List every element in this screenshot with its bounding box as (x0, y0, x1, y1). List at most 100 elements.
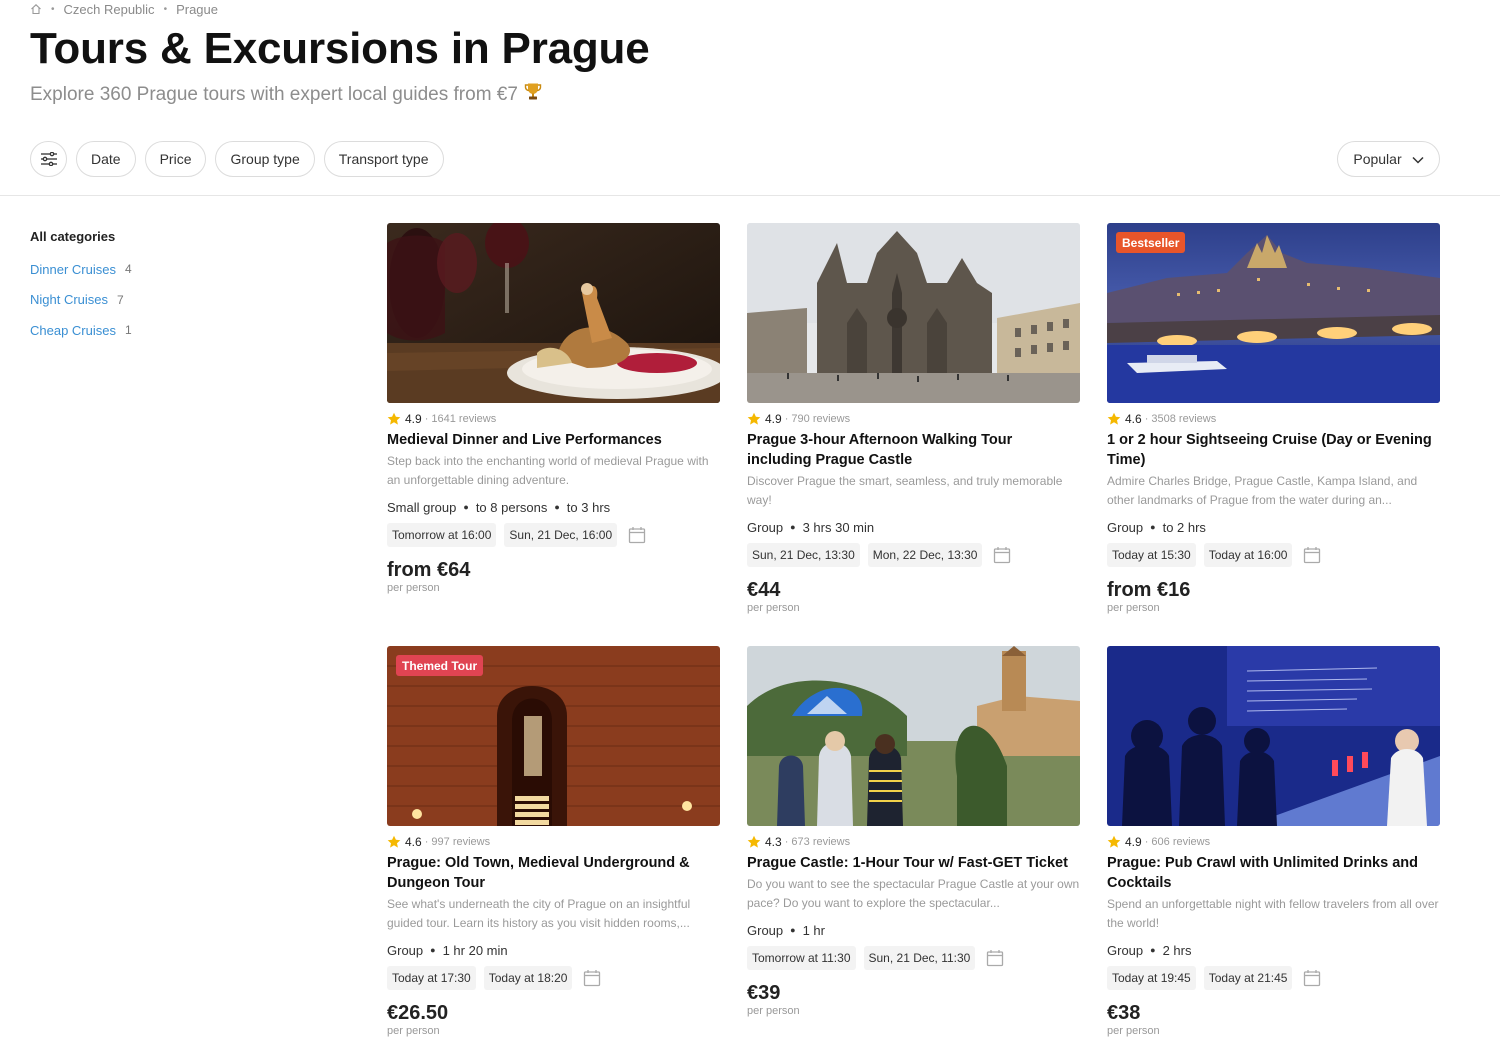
sidebar-item-cheap-cruises[interactable]: Cheap Cruises 1 (30, 321, 230, 339)
tour-card[interactable]: 4.9 · 790 reviews Prague 3-hour Afternoo… (747, 223, 1080, 617)
calendar-icon[interactable] (1303, 969, 1321, 987)
calendar-icon[interactable] (628, 526, 646, 544)
category-link[interactable]: Night Cruises (30, 292, 108, 307)
rating-value: 4.9 (1125, 835, 1142, 849)
page-title: Tours & Excursions in Prague (30, 24, 650, 73)
breadcrumb: • Czech Republic • Prague (30, 1, 218, 17)
rating-value: 4.9 (405, 412, 422, 426)
filter-price-button[interactable]: Price (144, 141, 207, 177)
calendar-icon[interactable] (1303, 546, 1321, 564)
calendar-icon[interactable] (986, 949, 1004, 967)
sidebar-item-night-cruises[interactable]: Night Cruises 7 (30, 291, 230, 309)
category-count: 1 (125, 323, 132, 337)
themed-tour-badge: Themed Tour (396, 655, 484, 676)
calendar-icon[interactable] (583, 969, 601, 987)
meta-separator: ● (790, 522, 796, 532)
sort-label: Popular (1353, 151, 1402, 167)
sort-dropdown[interactable]: Popular (1337, 141, 1440, 177)
time-slots: Sun, 21 Dec, 13:30 Mon, 22 Dec, 13:30 (747, 543, 1080, 567)
time-slot[interactable]: Today at 17:30 (387, 966, 476, 990)
tour-title[interactable]: Prague 3-hour Afternoon Walking Tour inc… (747, 430, 1080, 470)
time-slot[interactable]: Today at 16:00 (1203, 543, 1293, 567)
tour-card[interactable]: 4.9 · 1641 reviews Medieval Dinner and L… (387, 223, 720, 597)
duration: 3 hrs 30 min (802, 519, 875, 535)
tour-title[interactable]: Prague: Pub Crawl with Unlimited Drinks … (1107, 853, 1440, 893)
tour-meta: Group ● 2 hrs (1107, 940, 1440, 960)
rating-row: 4.3 · 673 reviews (747, 834, 1080, 850)
time-slot[interactable]: Today at 19:45 (1107, 966, 1196, 990)
category-link[interactable]: Dinner Cruises (30, 262, 116, 277)
star-icon (1107, 835, 1121, 848)
tour-title[interactable]: Prague Castle: 1-Hour Tour w/ Fast-GET T… (747, 853, 1080, 873)
tour-meta: Group ● 1 hr (747, 920, 1080, 940)
tour-description: Admire Charles Bridge, Prague Castle, Ka… (1107, 474, 1418, 507)
tour-title[interactable]: Medieval Dinner and Live Performances (387, 430, 720, 450)
time-slot[interactable]: Sun, 21 Dec, 13:30 (747, 543, 860, 567)
castle-tour-group-photo[interactable] (747, 646, 1080, 826)
time-slot[interactable]: Sun, 21 Dec, 16:00 (504, 523, 618, 547)
rating-row: 4.6 · 3508 reviews (1107, 411, 1440, 427)
tour-price: €38 (1107, 1002, 1141, 1024)
group-type: Group (1107, 519, 1144, 535)
filter-sliders-icon[interactable] (30, 141, 67, 177)
breadcrumb-separator: • (163, 3, 168, 15)
rating-value: 4.9 (765, 412, 782, 426)
category-link[interactable]: Cheap Cruises (30, 323, 116, 338)
pub-crawl-bar-photo[interactable] (1107, 646, 1440, 826)
category-sidebar: All categories Dinner Cruises 4 Night Cr… (30, 229, 230, 352)
tour-description: Do you want to see the spectacular Pragu… (747, 877, 1080, 910)
time-slots: Today at 17:30 Today at 18:20 (387, 966, 720, 990)
time-slot[interactable]: Tomorrow at 16:00 (387, 523, 497, 547)
time-slot[interactable]: Today at 21:45 (1203, 966, 1293, 990)
meta-separator: ● (1150, 945, 1156, 955)
duration: 1 hr (802, 922, 825, 938)
trophy-icon (524, 82, 542, 107)
time-slot[interactable]: Today at 18:20 (483, 966, 573, 990)
review-count: · 1641 reviews (424, 413, 497, 425)
time-slot[interactable]: Mon, 22 Dec, 13:30 (867, 543, 983, 567)
review-count: · 673 reviews (784, 836, 851, 848)
category-count: 7 (117, 292, 124, 307)
duration: to 2 hrs (1162, 519, 1206, 535)
time-slot[interactable]: Today at 15:30 (1107, 543, 1196, 567)
duration: to 3 hrs (566, 499, 611, 515)
tour-card[interactable]: 4.9 · 606 reviews Prague: Pub Crawl with… (1107, 646, 1440, 1040)
rating-value: 4.6 (405, 835, 422, 849)
star-icon (1107, 412, 1121, 425)
filter-group-type-button[interactable]: Group type (215, 141, 315, 177)
underground-cellar-photo[interactable]: Themed Tour (387, 646, 720, 826)
rating-value: 4.6 (1125, 412, 1142, 426)
calendar-icon[interactable] (993, 546, 1011, 564)
group-type: Group (747, 519, 784, 535)
breadcrumb-item[interactable]: Prague (176, 2, 218, 17)
tour-price: €26.50 (387, 1002, 449, 1024)
duration: 2 hrs (1162, 942, 1192, 958)
tour-card[interactable]: Themed Tour 4.6 · 997 reviews Prague: Ol… (387, 646, 720, 1040)
tour-description: See what's underneath the city of Prague… (387, 897, 691, 930)
tour-card[interactable]: 4.3 · 673 reviews Prague Castle: 1-Hour … (747, 646, 1080, 1020)
tour-title[interactable]: 1 or 2 hour Sightseeing Cruise (Day or E… (1107, 430, 1440, 470)
tour-title[interactable]: Prague: Old Town, Medieval Underground &… (387, 853, 720, 893)
tour-description: Discover Prague the smart, seamless, and… (747, 474, 1063, 507)
rating-row: 4.9 · 1641 reviews (387, 411, 720, 427)
sidebar-item-dinner-cruises[interactable]: Dinner Cruises 4 (30, 260, 230, 278)
review-count: · 606 reviews (1144, 836, 1211, 848)
meta-separator: ● (1150, 522, 1156, 532)
filter-date-button[interactable]: Date (76, 141, 136, 177)
home-icon[interactable] (30, 3, 42, 15)
rating-row: 4.9 · 606 reviews (1107, 834, 1440, 850)
page-subtitle: Explore 360 Prague tours with expert loc… (30, 82, 542, 107)
charles-bridge-night-photo[interactable]: Bestseller (1107, 223, 1440, 403)
star-icon (387, 835, 401, 848)
tour-description: Spend an unforgettable night with fellow… (1107, 897, 1439, 930)
filter-transport-type-button[interactable]: Transport type (323, 141, 444, 177)
time-slot[interactable]: Tomorrow at 11:30 (747, 946, 856, 970)
medieval-dinner-photo[interactable] (387, 223, 720, 403)
group-size: to 8 persons (475, 499, 548, 515)
header-divider (0, 195, 1500, 196)
tour-card[interactable]: Bestseller 4.6 · 3508 reviews 1 or 2 hou… (1107, 223, 1440, 617)
prague-castle-cathedral-photo[interactable] (747, 223, 1080, 403)
breadcrumb-item[interactable]: Czech Republic (64, 2, 155, 17)
filter-bar: Date Price Group type Transport type (30, 141, 444, 177)
time-slot[interactable]: Sun, 21 Dec, 11:30 (863, 946, 976, 970)
